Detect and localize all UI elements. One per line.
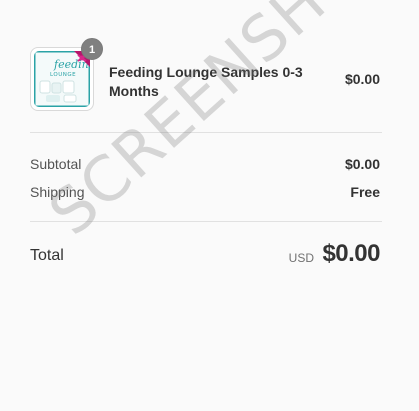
product-name: Feeding Lounge Samples 0-3 Months	[109, 64, 303, 99]
total-currency: USD	[288, 251, 314, 265]
shipping-value: Free	[350, 184, 380, 200]
divider	[30, 221, 382, 222]
product-thumbnail: feeding LOUNGE 1	[30, 38, 103, 111]
subtotal-label: Subtotal	[30, 156, 82, 172]
quantity-badge: 1	[81, 38, 103, 60]
order-summary: feeding LOUNGE 1 Feeding Lounge Samples …	[0, 0, 419, 411]
total-row: Total USD $0.00	[30, 240, 382, 272]
shipping-row: Shipping Free	[30, 184, 382, 204]
product-image-art: feeding LOUNGE	[34, 51, 90, 107]
total-amount: $0.00	[322, 240, 380, 267]
svg-text:LOUNGE: LOUNGE	[50, 72, 76, 78]
subtotal-value: $0.00	[344, 156, 380, 172]
total-label: Total	[30, 247, 64, 264]
divider	[30, 132, 382, 133]
subtotal-row: Subtotal $0.00	[30, 156, 382, 176]
product-price: $0.00	[344, 71, 380, 87]
product-image: feeding LOUNGE	[34, 51, 90, 107]
line-item: feeding LOUNGE 1 Feeding Lounge Samples …	[30, 38, 382, 112]
shipping-label: Shipping	[30, 184, 85, 200]
